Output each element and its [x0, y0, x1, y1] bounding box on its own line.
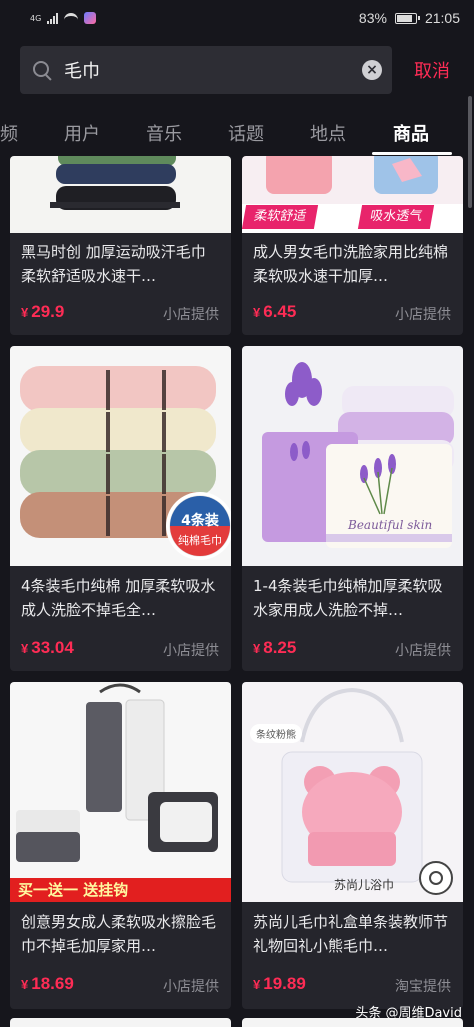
product-grid: 黑马时创 加厚运动吸汗毛巾 柔软舒适吸水速干… ¥29.9 小店提供 柔软舒适 …	[0, 156, 474, 1027]
image-badge-text: 柔软舒适	[252, 209, 308, 224]
product-title: 1-4条装毛巾纯棉加厚柔软吸水家用成人洗脸不掉…	[253, 577, 443, 619]
product-card[interactable]: 条纹粉熊 苏尚儿浴巾 苏尚儿毛巾礼盒单条装教师节礼物回礼小熊毛巾… ¥19.89…	[242, 682, 463, 1009]
battery-icon	[394, 12, 420, 24]
product-provider: 淘宝提供	[395, 979, 451, 995]
product-provider: 小店提供	[163, 979, 219, 995]
product-price: ¥19.89	[253, 974, 306, 993]
search-query[interactable]: 毛巾	[64, 57, 362, 83]
image-brand-text: 苏尚儿浴巾	[334, 878, 395, 892]
clock: 21:05	[424, 10, 460, 26]
image-badge-absorb: 吸水透气	[357, 205, 435, 229]
product-card[interactable]: Beautiful skin 1-4条装毛巾纯棉加厚柔软吸水家用成人洗脸不掉… …	[242, 346, 463, 671]
app-notification-icon	[84, 12, 97, 24]
tab-users[interactable]: 用户	[64, 120, 100, 146]
product-title: 苏尚儿毛巾礼盒单条装教师节礼物回礼小熊毛巾…	[253, 913, 449, 955]
search-icon	[32, 60, 52, 80]
product-title: 创意男女成人柔软吸水擦脸毛巾不掉毛加厚家用…	[21, 913, 217, 955]
product-provider: 小店提供	[395, 643, 451, 659]
product-image[interactable]: 柔软舒适 吸水透气	[242, 156, 463, 233]
product-image[interactable]	[10, 156, 231, 233]
signal-icon	[47, 12, 59, 24]
product-image[interactable]: 4条装 纯棉毛巾	[10, 346, 231, 566]
network-type: 4G	[30, 13, 42, 23]
search-input[interactable]: 毛巾 ×	[20, 46, 392, 94]
image-badge-text: 吸水透气	[368, 209, 424, 224]
product-card[interactable]: 买一送一 送挂钩 创意男女成人柔软吸水擦脸毛巾不掉毛加厚家用… ¥18.69 小…	[10, 682, 231, 1009]
product-price: ¥8.25	[253, 638, 297, 657]
image-tag: 条纹粉熊	[250, 724, 302, 743]
product-provider: 小店提供	[395, 307, 451, 323]
tab-video[interactable]: 频	[0, 120, 18, 146]
image-promo-text: 买一送一 送挂钩	[18, 881, 129, 899]
product-title: 4条装毛巾纯棉 加厚柔软吸水成人洗脸不掉毛全…	[21, 577, 216, 619]
image-badge-cotton: 纯棉毛巾	[178, 534, 222, 547]
product-title: 黑马时创 加厚运动吸汗毛巾 柔软舒适吸水速干…	[21, 243, 206, 285]
product-price: ¥33.04	[21, 638, 74, 657]
watermark: 头条 @周维David	[355, 1006, 462, 1021]
product-image[interactable]: 条纹粉熊 苏尚儿浴巾	[242, 682, 463, 902]
search-tabs: 频 用户 音乐 话题 地点 商品	[0, 108, 462, 156]
product-image[interactable]: Beautiful skin	[242, 346, 463, 566]
wifi-icon	[64, 13, 79, 23]
tab-music[interactable]: 音乐	[146, 120, 182, 146]
lavender-towels-image	[262, 362, 454, 548]
towel-stack-image	[50, 156, 180, 210]
tab-topics[interactable]: 话题	[228, 120, 264, 146]
image-badge-count: 4条装	[181, 513, 219, 529]
product-price: ¥6.45	[253, 302, 297, 321]
active-tab-indicator	[372, 152, 452, 155]
cancel-button[interactable]: 取消	[414, 57, 450, 83]
product-card[interactable]: 4条装 纯棉毛巾 4条装毛巾纯棉 加厚柔软吸水成人洗脸不掉毛全… ¥33.04 …	[10, 346, 231, 671]
battery-percent: 83%	[358, 10, 387, 26]
product-provider: 小店提供	[163, 307, 219, 323]
hanging-towels-image	[10, 683, 231, 902]
product-price: ¥18.69	[21, 974, 74, 993]
product-title: 成人男女毛巾洗脸家用比纯棉柔软吸水速干加厚…	[253, 243, 449, 285]
product-provider: 小店提供	[163, 643, 219, 659]
tab-products[interactable]: 商品	[393, 120, 429, 146]
product-image[interactable]: 买一送一 送挂钩	[10, 682, 231, 902]
product-card[interactable]: 柔软舒适 吸水透气 成人男女毛巾洗脸家用比纯棉柔软吸水速干加厚… ¥6.45 小…	[242, 156, 463, 335]
product-card-partial[interactable]	[10, 1018, 231, 1027]
status-left: 4G	[30, 12, 97, 24]
status-right: 83% 21:05	[359, 10, 460, 26]
search-row: 毛巾 × 取消	[20, 46, 460, 94]
clear-icon[interactable]: ×	[362, 60, 382, 80]
product-card[interactable]: 黑马时创 加厚运动吸汗毛巾 柔软舒适吸水速干… ¥29.9 小店提供	[10, 156, 231, 335]
status-bar: 4G 83% 21:05	[0, 0, 474, 36]
image-badge-soft: 柔软舒适	[242, 205, 319, 229]
product-price: ¥29.9	[21, 302, 65, 321]
tab-places[interactable]: 地点	[310, 120, 346, 146]
image-brand-text: Beautiful skin	[348, 518, 433, 532]
bear-towel-gift-image	[281, 687, 453, 895]
